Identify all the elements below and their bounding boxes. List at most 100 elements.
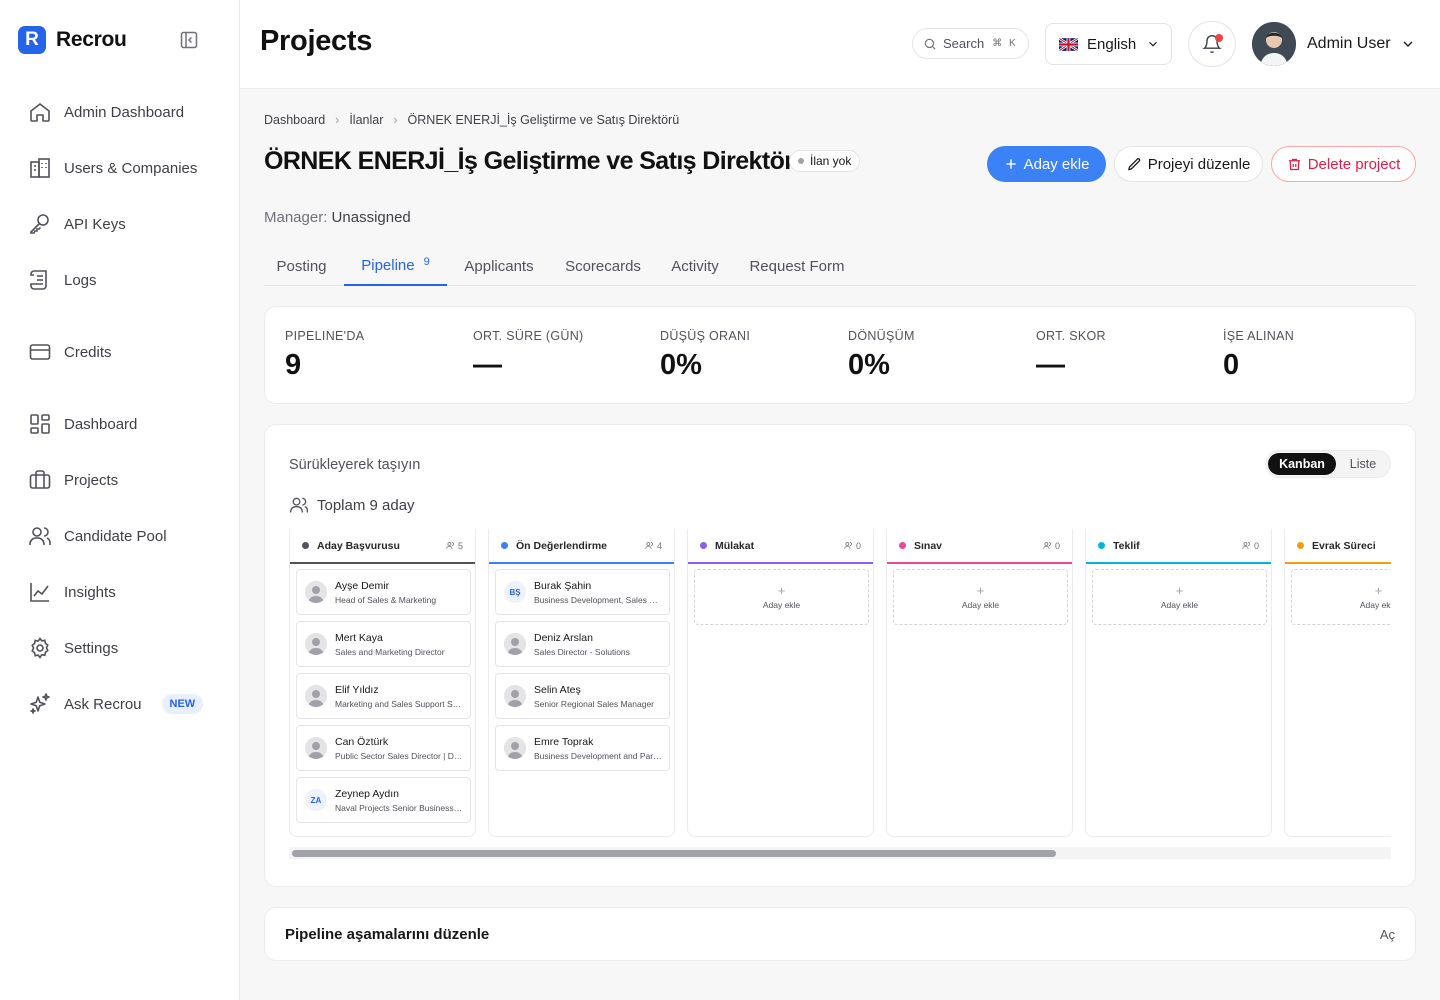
tab-scorecards[interactable]: Scorecards [554,246,652,286]
accordion-open-button[interactable]: Aç [1380,927,1395,942]
sidebar-item-candidate-pool[interactable]: Candidate Pool [28,522,167,550]
column-header: Mülakat 0 [688,529,873,564]
view-list-button[interactable]: Liste [1338,453,1388,475]
candidate-card[interactable]: Ayşe Demir Head of Sales & Marketing [296,569,471,615]
candidate-name: Elif Yıldız [335,684,379,696]
tab-pipeline[interactable]: Pipeline 9 [344,246,447,286]
sidebar-item-users-companies[interactable]: Users & Companies [28,154,197,182]
column-count: 5 [446,541,463,551]
sidebar-item-api-keys[interactable]: API Keys [28,210,126,238]
tab-activity[interactable]: Activity [662,246,728,286]
user-menu[interactable]: Admin User [1252,22,1416,66]
accordion-title: Pipeline aşamalarını düzenle [285,926,490,943]
add-candidate-label: Aday ekle [762,599,801,610]
candidate-card[interactable]: Selin Ateş Senior Regional Sales Manager [495,673,670,719]
candidate-card[interactable]: BŞ Burak Şahin Business Development, Sales… [495,569,670,615]
add-candidate-slot[interactable]: +Aday ekle [893,569,1068,625]
column-header: Ön Değerlendirme 4 [489,529,674,564]
candidate-card[interactable]: Elif Yıldız Marketing and Sales Support S… [296,673,471,719]
sidebar-item-logs[interactable]: Logs [28,266,97,294]
sidebar-item-projects[interactable]: Projects [28,466,118,494]
delete-project-button[interactable]: Delete project [1271,146,1416,182]
candidate-name: Selin Ateş [534,684,581,696]
plus-icon: + [1175,582,1184,598]
pencil-icon [1127,157,1140,170]
stat-value: 0 [1223,349,1240,381]
horizontal-scrollbar[interactable] [289,847,1391,859]
candidate-card[interactable]: Mert Kaya Sales and Marketing Director [296,621,471,667]
sidebar-item-dashboard[interactable]: Dashboard [28,410,137,438]
candidate-name: Can Öztürk [335,736,389,748]
stat-value: 0% [660,349,702,381]
status-badge: İlan yok [789,150,861,172]
candidate-card[interactable]: Emre Toprak Business Development and Part… [495,725,670,771]
sidebar-item-settings[interactable]: Settings [28,634,118,662]
sidebar-item-label: Admin Dashboard [64,103,185,121]
column-name: Teklif [1113,539,1140,552]
breadcrumb-current: ÖRNEK ENERJİ_İş Geliştirme ve Satış Dire… [407,113,680,127]
credit-card-icon [29,344,51,360]
breadcrumb-dashboard[interactable]: Dashboard [264,113,325,127]
add-candidate-slot[interactable]: +Aday ekle [1291,569,1391,625]
add-candidate-slot[interactable]: +Aday ekle [1092,569,1267,625]
language-select[interactable]: English [1045,23,1172,65]
status-dot [798,158,804,164]
view-kanban-button[interactable]: Kanban [1268,453,1336,475]
column-header: Evrak Süreci [1285,529,1391,564]
avatar [1252,22,1296,66]
sidebar-item-label: Users & Companies [64,159,198,177]
sidebar-item-ask-recrou[interactable]: Ask Recrou NEW [28,690,204,718]
sidebar-item-insights[interactable]: Insights [28,578,116,606]
users-icon [844,541,856,550]
sidebar-item-label: Logs [64,271,97,289]
candidate-name: Zeynep Aydın [335,788,400,800]
add-candidate-button[interactable]: Aday ekle [987,146,1106,182]
trash-icon [1288,158,1300,170]
scrollbar-thumb[interactable] [292,850,1056,857]
search-placeholder: Search [943,36,985,51]
users-icon [290,497,308,513]
column-count-value: 5 [457,540,463,551]
add-candidate-label: Aday ekle [1359,599,1391,610]
edit-stages-accordion[interactable]: Pipeline aşamalarını düzenle Aç [264,907,1416,961]
collapse-sidebar-button[interactable] [178,29,200,51]
candidate-card[interactable]: Deniz Arslan Sales Director - Solutions [495,621,670,667]
stage-color-dot [1098,542,1105,549]
layout-dashboard-icon [30,414,50,434]
search-shortcut: ⌘ K [992,38,1018,49]
tab-request-form[interactable]: Request Form [740,246,854,286]
column-name: Aday Başvurusu [317,539,400,552]
brand[interactable]: R Recrou [18,26,127,54]
candidate-name: Emre Toprak [534,736,594,748]
tab-applicants[interactable]: Applicants [454,246,544,286]
search-icon [924,38,936,50]
column-count: 0 [1242,541,1259,551]
breadcrumb-ilanlar[interactable]: İlanlar [349,113,383,127]
edit-project-button[interactable]: Projeyi düzenle [1114,146,1263,182]
candidate-card[interactable]: ZA Zeynep Aydın Naval Projects Senior Busi… [296,777,471,823]
sidebar-item-admin-dashboard[interactable]: Admin Dashboard [28,98,184,126]
column-name: Mülakat [715,539,755,552]
notifications-button[interactable] [1188,21,1236,67]
search-input[interactable]: Search ⌘ K [912,28,1029,59]
pipeline-board: Sürükleyerek taşıyın Kanban Liste Toplam… [264,424,1416,887]
stat-drop-rate: DÜŞÜŞ ORANI 0% [660,329,750,382]
column-count: 4 [645,541,662,551]
tab-label: Pipeline [361,256,415,274]
tab-posting[interactable]: Posting [264,246,339,286]
candidate-role: Sales and Marketing Director [335,647,445,657]
candidate-role: Naval Projects Senior Business Developer [335,803,463,813]
stat-avg-duration: ORT. SÜRE (GÜN) — [473,329,584,382]
candidate-card[interactable]: Can Öztürk Public Sector Sales Director |… [296,725,471,771]
candidate-name: Burak Şahin [534,580,592,592]
sidebar-item-label: Credits [64,343,112,361]
users-icon [446,541,458,550]
stat-label: İŞE ALINAN [1223,329,1295,343]
sidebar-item-credits[interactable]: Credits [28,338,112,366]
sidebar-item-label: Insights [64,583,116,601]
add-candidate-slot[interactable]: +Aday ekle [694,569,869,625]
chevron-down-icon [1149,41,1158,47]
sidebar-item-label: Ask Recrou [64,695,142,713]
kanban-column: Ön Değerlendirme 4 BŞ Burak Şahin Business D… [488,529,675,837]
delete-project-label: Delete project [1307,155,1401,173]
